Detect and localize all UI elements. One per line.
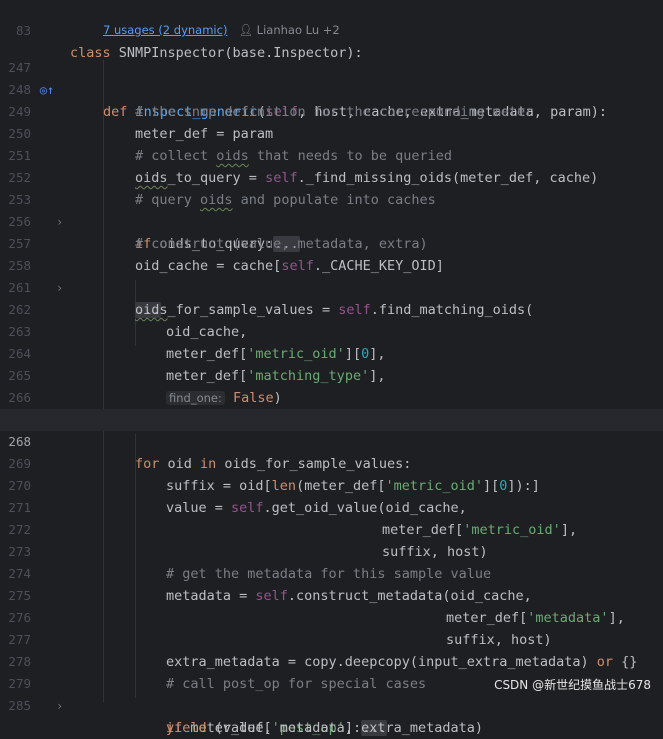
code-line[interactable]: 270 value = self.get_oid_value(oid_cache… (0, 453, 663, 516)
code-line[interactable]: 269 suffix = oid[len(meter_def['metric_o… (0, 431, 663, 494)
code-line[interactable]: 265 find_one: False) (0, 343, 663, 406)
code-line[interactable]: 267 (0, 387, 663, 427)
code-line[interactable]: 248 # the snmp definition for the corres… (0, 57, 663, 120)
code-line[interactable]: 251 oids_to_query = self._find_missing_o… (0, 123, 663, 186)
code-line[interactable]: 278 # call post_op for special cases (0, 629, 663, 692)
code-line[interactable]: 272 suffix, host) (0, 497, 663, 560)
expand-fold-icon[interactable]: › (56, 695, 63, 717)
code-line[interactable]: 252 # query oids and populate into cache… (0, 145, 663, 208)
code-line[interactable]: 273 # get the metadata for this sample v… (0, 519, 663, 582)
code-line[interactable]: 262 oid_cache, (0, 277, 663, 340)
code-line[interactable]: 247 ◎↑ def inspect_generic(self, host, c… (0, 35, 663, 120)
code-line[interactable]: 261 oids_for_sample_values = self.find_m… (0, 255, 663, 318)
code-line[interactable]: 271 meter_def['metric_oid'], (0, 475, 663, 538)
current-code-line[interactable]: 268 for oid in oids_for_sample_values: (0, 409, 663, 472)
code-line[interactable]: 258 › ... (0, 233, 663, 318)
line-number: 285 (8, 698, 31, 713)
code-line[interactable]: 264 meter_def['matching_type'], (0, 321, 663, 384)
code-line[interactable]: 249 meter_def = param (0, 79, 663, 142)
code-line[interactable]: 275 meter_def['metadata'], (0, 563, 663, 626)
code-line[interactable]: 257 oid_cache = cache[self._CACHE_KEY_OI… (0, 211, 663, 274)
code-line[interactable]: 263 meter_def['metric_oid'][0], (0, 299, 663, 362)
code-line[interactable]: 256 # construct (value, metadata, extra) (0, 189, 663, 252)
code-line[interactable]: 274 metadata = self.construct_metadata(o… (0, 541, 663, 604)
code-line[interactable]: 83 class SNMPInspector(base.Inspector): (0, 0, 663, 61)
code-line[interactable]: 277 extra_metadata = copy.deepcopy(input… (0, 607, 663, 670)
code-line[interactable]: 253 › if oids_to_query:... (0, 167, 663, 252)
code-line[interactable]: 279 › if meter_def['post_op']:... (0, 651, 663, 736)
code-line[interactable]: 276 suffix, host) (0, 585, 663, 648)
watermark: CSDN @新世纪摸鱼战士678 (494, 678, 651, 692)
code-line[interactable]: 250 # collect oids that needs to be quer… (0, 101, 663, 164)
code-line[interactable]: 266 input_extra_metadata = extra_metadat… (0, 365, 663, 428)
